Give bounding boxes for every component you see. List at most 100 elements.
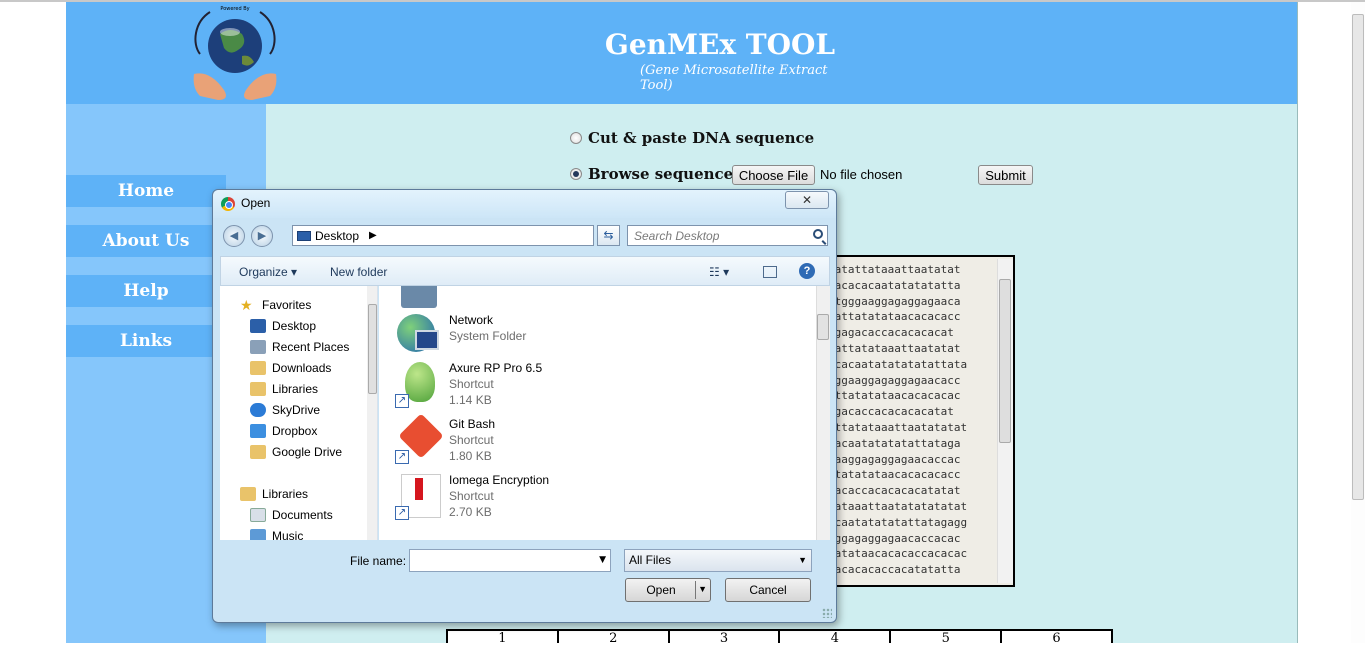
organize-menu[interactable]: Organize ▾ [239, 265, 297, 279]
nav-tree-item[interactable]: Music [250, 529, 303, 540]
libraries-icon [250, 382, 266, 396]
sequence-line: cacaccacacacacatatat [828, 484, 961, 498]
nav-tree-item[interactable]: Libraries [240, 487, 308, 501]
choose-file-button[interactable]: Choose File [732, 165, 815, 185]
sequence-line: agacaccacacacacatat [828, 405, 954, 419]
dialog-titlebar[interactable] [213, 190, 836, 218]
open-dropdown-icon[interactable]: ▼ [698, 584, 707, 594]
star-icon: ★ [240, 297, 253, 313]
file-item-network[interactable]: Network System Folder [395, 312, 526, 360]
sequence-line: tatataacacacaccacacac [828, 547, 968, 561]
nav-links[interactable]: Links [66, 325, 226, 357]
sequence-scrollbar-thumb[interactable] [999, 279, 1011, 443]
nav-about-us[interactable]: About Us [66, 225, 226, 257]
nav-help[interactable]: Help [66, 275, 226, 307]
open-button[interactable]: Open ▼ [625, 578, 711, 602]
search-input[interactable]: Search Desktop [627, 225, 828, 246]
sequence-line: cacacacaccacatatatta [828, 563, 961, 577]
nav-pane-scrollbar-thumb[interactable] [368, 304, 377, 394]
preview-pane-icon[interactable] [763, 266, 777, 278]
libraries-icon [240, 487, 256, 501]
nav-tree-item[interactable]: Recent Places [250, 340, 349, 354]
address-chevron-icon[interactable]: ▶ [369, 230, 377, 241]
file-item-axure[interactable]: ↗ Axure RP Pro 6.5 Shortcut 1.14 KB [395, 360, 542, 408]
sequence-textarea[interactable]: catattataaattaatatat cacacacaatatatatatta… [812, 255, 1015, 587]
open-file-dialog: Open ✕ ◀ ▶ Desktop ▶ ▼ ⇆ Search Desktop … [212, 189, 837, 623]
file-type-select[interactable]: All Files ▼ [624, 549, 812, 572]
page-cell-4[interactable]: 4 [780, 631, 890, 646]
paste-sequence-radio[interactable] [570, 132, 582, 144]
sequence-line: tataaattaatatatatatat [828, 500, 968, 513]
sequence-line: ccacaatatatatatattata [828, 357, 968, 371]
dialog-title: Open [241, 196, 271, 210]
browse-sequence-option[interactable]: Browse sequence [570, 165, 733, 183]
sequence-line: agagacaccacacacacat [828, 326, 954, 340]
nav-tree-item[interactable]: Downloads [250, 361, 331, 375]
shortcut-arrow-icon: ↗ [395, 394, 409, 408]
sequence-line: cacaatatatatattataga [828, 436, 961, 450]
page-cell-6[interactable]: 6 [1002, 631, 1111, 646]
nav-tree-item[interactable]: Desktop [250, 319, 316, 333]
sequence-line: cattatataaattaatatat [828, 342, 961, 355]
page-cell-1[interactable]: 1 [448, 631, 557, 646]
skydrive-icon [250, 403, 266, 417]
search-icon[interactable] [813, 229, 823, 239]
page-scrollbar-thumb[interactable] [1352, 14, 1364, 500]
nav-tree-item[interactable]: Libraries [250, 382, 318, 396]
nav-tree-item[interactable]: Dropbox [250, 424, 317, 438]
refresh-button[interactable]: ⇆ [597, 225, 620, 246]
dropbox-icon [250, 424, 266, 438]
pagination-table: 1 2 3 4 5 6 [446, 629, 1113, 646]
dialog-close-button[interactable]: ✕ [785, 191, 829, 209]
file-list-scrollbar-thumb[interactable] [817, 314, 829, 340]
paste-sequence-label: Cut & paste DNA sequence [588, 129, 815, 147]
sequence-line: attatataaattaatatatat [828, 421, 968, 434]
shortcut-arrow-icon: ↗ [395, 450, 409, 464]
sequence-line: cattatatataacacacacc [828, 310, 961, 324]
sequence-line: atatatataacacacacacc [828, 468, 961, 482]
nav-tree-item[interactable]: Documents [250, 508, 333, 522]
dialog-toolbar: Organize ▾ New folder ☷ ▾ ? [220, 256, 830, 286]
search-placeholder: Search Desktop [634, 229, 720, 243]
address-text: Desktop [315, 228, 360, 243]
resize-grip[interactable] [822, 608, 832, 618]
chrome-icon [221, 197, 235, 211]
page-cell-5[interactable]: 5 [891, 631, 1001, 646]
desktop-icon [297, 230, 311, 241]
google-drive-icon [250, 445, 266, 459]
nav-home[interactable]: Home [66, 175, 226, 207]
sequence-line: gaaggagaggagaacaccac [828, 452, 961, 466]
nav-tree-item[interactable]: SkyDrive [250, 403, 320, 417]
sequence-line: catattataaattaatatat [828, 263, 961, 276]
paste-sequence-option[interactable]: Cut & paste DNA sequence [570, 129, 814, 147]
documents-icon [250, 508, 266, 522]
desktop-icon [250, 319, 266, 333]
file-name-dropdown-icon[interactable]: ▼ [599, 555, 606, 565]
file-name-input[interactable]: ▼ [409, 549, 611, 572]
cancel-button[interactable]: Cancel [725, 578, 811, 602]
browse-sequence-radio[interactable] [570, 168, 582, 180]
file-type-dropdown-icon[interactable]: ▼ [798, 555, 807, 565]
nav-tree-item[interactable]: Google Drive [250, 445, 342, 459]
file-item-iomega[interactable]: ↗ Iomega Encryption Shortcut 2.70 KB [395, 472, 549, 520]
address-bar[interactable]: Desktop ▶ ▼ [292, 225, 668, 246]
site-subtitle: (Gene Microsatellite Extract Tool) [640, 63, 828, 93]
back-button[interactable]: ◀ [223, 225, 245, 247]
view-options-icon[interactable]: ☷ ▾ [709, 265, 729, 279]
page-cell-3[interactable]: 3 [669, 631, 779, 646]
new-folder-button[interactable]: New folder [330, 265, 387, 279]
sequence-line: atgggaaggagaggagaaca [828, 294, 961, 308]
forward-button[interactable]: ▶ [251, 225, 273, 247]
nav-tree-item[interactable]: ★ Favorites [240, 298, 311, 312]
file-item-git-bash[interactable]: ↗ Git Bash Shortcut 1.80 KB [395, 413, 495, 464]
sequence-line: cacacacaatatatatatta [828, 278, 961, 292]
submit-button[interactable]: Submit [978, 165, 1033, 185]
navigation-pane: ★ Favorites Desktop Recent Places Downlo… [220, 286, 378, 540]
git-icon: ↗ [395, 413, 444, 464]
network-icon [395, 312, 443, 360]
file-list: System Folder Network System Folder ↗ Ax… [379, 286, 830, 540]
music-icon [250, 529, 266, 540]
page-cell-2[interactable]: 2 [558, 631, 668, 646]
iomega-icon: ↗ [395, 472, 443, 520]
help-icon[interactable]: ? [799, 263, 815, 279]
